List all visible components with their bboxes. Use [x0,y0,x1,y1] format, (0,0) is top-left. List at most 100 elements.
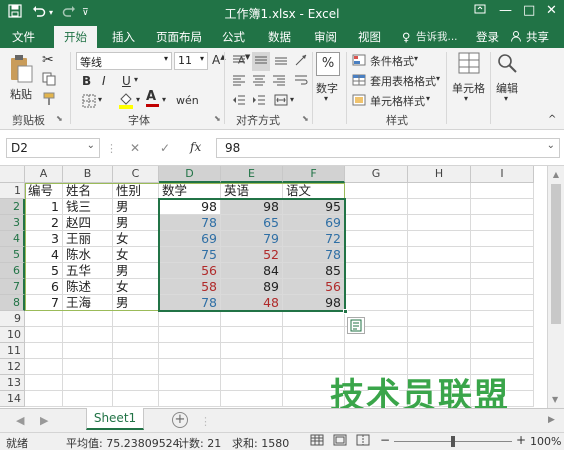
table-cell[interactable]: 72 [283,231,345,247]
underline-button[interactable]: U [122,74,131,88]
table-cell[interactable]: 69 [159,231,221,247]
empty-cell[interactable] [345,183,408,199]
table-cell[interactable]: 2 [25,215,63,231]
tell-me-input[interactable]: 告诉我... [416,29,458,45]
empty-cell[interactable] [283,359,345,375]
table-cell[interactable]: 84 [221,263,283,279]
cells-icon[interactable] [458,52,480,77]
number-dropdown-icon[interactable]: ▾ [324,94,328,103]
empty-cell[interactable] [471,311,534,327]
table-cell[interactable]: 56 [283,279,345,295]
table-cell[interactable]: 钱三 [63,199,113,215]
empty-cell[interactable] [221,359,283,375]
table-cell[interactable]: 98 [283,295,345,311]
empty-cell[interactable] [63,343,113,359]
tab-home[interactable]: 开始 [54,26,97,48]
table-cell[interactable]: 五华 [63,263,113,279]
row-header-6[interactable]: 6 [0,263,25,279]
row-header-3[interactable]: 3 [0,215,25,231]
column-header-A[interactable]: A [25,166,63,183]
empty-cell[interactable] [345,247,408,263]
table-cell[interactable]: 编号 [25,183,63,199]
empty-cell[interactable] [471,391,534,407]
active-cell[interactable]: 98 [159,199,221,215]
phonetic-icon[interactable]: wén [176,94,199,107]
column-header-B[interactable]: B [63,166,113,183]
cell-styles-dropdown-icon[interactable]: ▾ [426,94,430,103]
table-cell[interactable]: 5 [25,263,63,279]
table-cell[interactable]: 4 [25,247,63,263]
empty-cell[interactable] [408,311,471,327]
empty-cell[interactable] [408,263,471,279]
conditional-format-button[interactable]: 条件格式 [370,53,414,69]
tab-view[interactable]: 视图 [358,29,381,45]
row-header-10[interactable]: 10 [0,327,25,343]
table-cell[interactable]: 王海 [63,295,113,311]
empty-cell[interactable] [345,199,408,215]
align-bottom-icon[interactable] [274,54,288,69]
quick-analysis-icon[interactable] [347,317,365,334]
paste-icon[interactable] [8,54,34,87]
zoom-out-icon[interactable]: − [380,433,390,447]
font-color-dropdown-icon[interactable]: ▾ [162,95,166,104]
table-cell[interactable]: 78 [283,247,345,263]
empty-cell[interactable] [471,343,534,359]
table-cell[interactable]: 语文 [283,183,345,199]
row-header-9[interactable]: 9 [0,311,25,327]
empty-cell[interactable] [471,263,534,279]
table-cell[interactable]: 56 [159,263,221,279]
empty-cell[interactable] [159,343,221,359]
table-cell[interactable]: 男 [113,215,159,231]
empty-cell[interactable] [283,311,345,327]
table-cell[interactable]: 陈述 [63,279,113,295]
empty-cell[interactable] [408,199,471,215]
empty-cell[interactable] [471,279,534,295]
table-cell[interactable]: 7 [25,295,63,311]
font-size-select[interactable]: 11 ▾ [174,52,208,70]
empty-cell[interactable] [408,295,471,311]
empty-cell[interactable] [345,343,408,359]
paste-button[interactable]: 粘贴 [10,86,32,102]
clipboard-launcher-icon[interactable]: ⬊ [56,114,63,123]
table-cell[interactable]: 98 [221,199,283,215]
tab-review[interactable]: 审阅 [314,29,337,45]
row-header-14[interactable]: 14 [0,391,25,407]
percent-icon[interactable]: % [316,52,340,76]
empty-cell[interactable] [408,327,471,343]
row-header-2[interactable]: 2 [0,199,25,215]
empty-cell[interactable] [25,343,63,359]
empty-cell[interactable] [471,375,534,391]
row-header-7[interactable]: 7 [0,279,25,295]
align-left-icon[interactable] [232,74,246,89]
table-cell[interactable]: 性别 [113,183,159,199]
table-cell[interactable]: 85 [283,263,345,279]
tab-insert[interactable]: 插入 [112,29,135,45]
tab-formulas[interactable]: 公式 [222,29,245,45]
scroll-up-icon[interactable]: ▲ [548,166,564,179]
column-header-F[interactable]: F [283,166,345,183]
empty-cell[interactable] [408,247,471,263]
format-painter-icon[interactable] [42,92,56,109]
empty-cell[interactable] [25,311,63,327]
cell-styles-button[interactable]: 单元格样式 [370,93,425,109]
empty-cell[interactable] [221,391,283,407]
merge-center-icon[interactable] [274,94,288,109]
minimize-icon[interactable]: — [499,3,512,18]
next-sheet-icon[interactable]: ▶ [40,414,48,427]
empty-cell[interactable] [113,391,159,407]
empty-cell[interactable] [113,327,159,343]
empty-cell[interactable] [471,231,534,247]
column-header-C[interactable]: C [113,166,159,183]
enter-icon[interactable]: ✓ [160,141,170,155]
share-icon[interactable] [510,29,522,45]
wrap-text-icon[interactable] [294,74,308,89]
row-header-4[interactable]: 4 [0,231,25,247]
empty-cell[interactable] [471,359,534,375]
column-header-D[interactable]: D [159,166,221,183]
zoom-level[interactable]: 100% [530,435,561,448]
empty-cell[interactable] [345,231,408,247]
insert-function-icon[interactable]: fx [190,140,201,154]
empty-cell[interactable] [25,375,63,391]
tab-file[interactable]: 文件 [12,29,35,45]
table-cell[interactable]: 赵四 [63,215,113,231]
